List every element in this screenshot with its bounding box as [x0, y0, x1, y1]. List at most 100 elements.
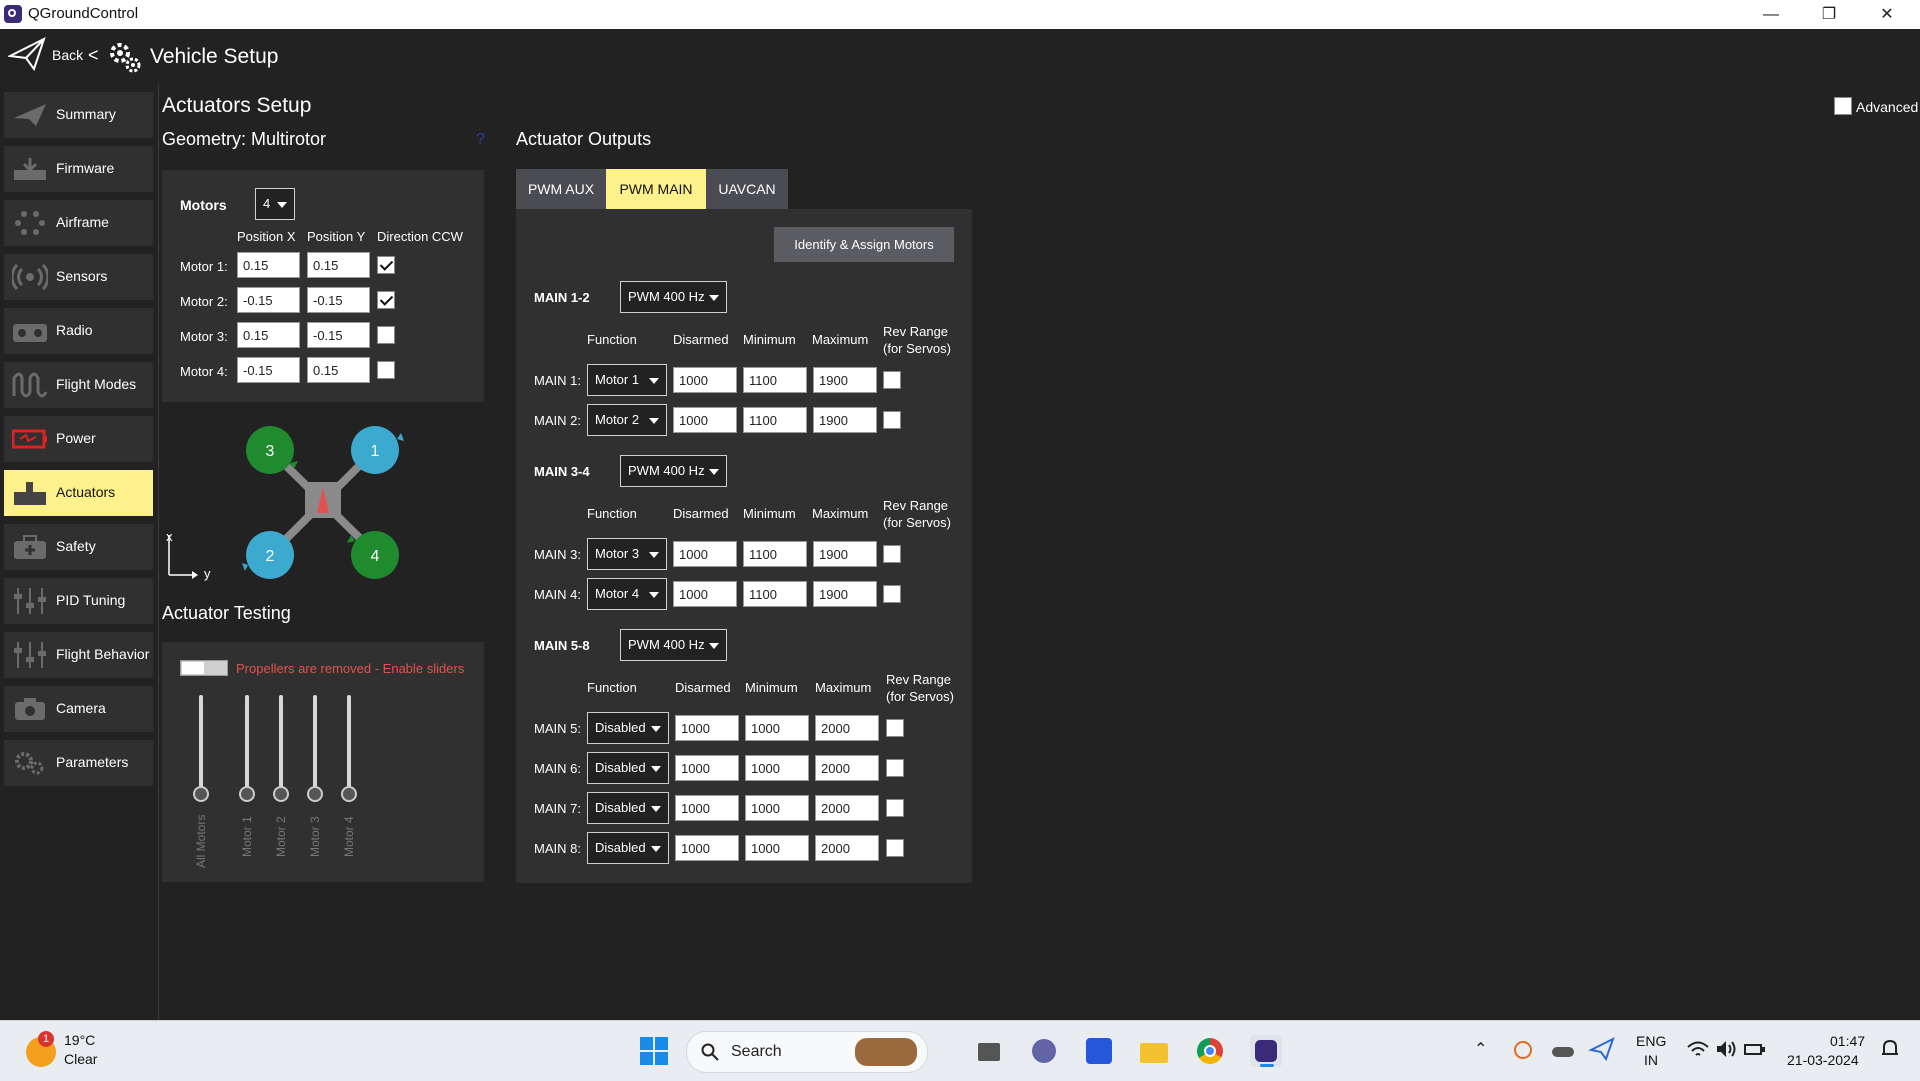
sidebar-item-power[interactable]: Power — [4, 416, 153, 462]
disarmed-input[interactable]: 1000 — [675, 755, 739, 781]
advanced-checkbox[interactable] — [1834, 97, 1852, 115]
pwm-rate-select[interactable]: PWM 400 Hz — [620, 281, 727, 313]
teams-chat-icon[interactable] — [1028, 1035, 1060, 1067]
maximum-input[interactable]: 2000 — [815, 795, 879, 821]
motor-4-position-y[interactable]: 0.15 — [307, 357, 370, 383]
weather-description[interactable]: Clear — [64, 1051, 97, 1067]
sidebar-item-parameters[interactable]: Parameters — [4, 740, 153, 786]
minimum-input[interactable]: 1100 — [743, 367, 807, 393]
restore-button[interactable]: ❐ — [1800, 0, 1858, 29]
clock-date[interactable]: 21-03-2024 — [1787, 1052, 1859, 1068]
language-region[interactable]: IN — [1644, 1052, 1658, 1068]
motor-3-slider[interactable] — [313, 695, 317, 795]
rev-range-checkbox[interactable] — [886, 839, 904, 857]
show-hidden-icons-chevron-icon[interactable]: ⌃ — [1474, 1039, 1487, 1059]
maximum-input[interactable]: 1900 — [813, 407, 877, 433]
minimum-input[interactable]: 1000 — [745, 795, 809, 821]
maximum-input[interactable]: 1900 — [813, 367, 877, 393]
sidebar-item-flight-modes[interactable]: Flight Modes — [4, 362, 153, 408]
minimum-input[interactable]: 1100 — [743, 541, 807, 567]
windows-start-icon[interactable] — [638, 1035, 670, 1067]
motor-4-direction-ccw-checkbox[interactable] — [377, 361, 395, 379]
motor-3-position-y[interactable]: -0.15 — [307, 322, 370, 348]
disarmed-input[interactable]: 1000 — [673, 407, 737, 433]
language-indicator[interactable]: ENG — [1636, 1033, 1666, 1049]
motor-2-position-x[interactable]: -0.15 — [237, 287, 300, 313]
function-select[interactable]: Disabled — [587, 712, 669, 744]
geometry-help-icon[interactable]: ? — [476, 131, 485, 149]
rev-range-checkbox[interactable] — [883, 585, 901, 603]
maximum-input[interactable]: 2000 — [815, 715, 879, 741]
motor-4-slider[interactable] — [347, 695, 351, 795]
battery-tray-icon[interactable] — [1740, 1035, 1772, 1067]
function-select[interactable]: Motor 4 — [587, 578, 667, 610]
notification-bell-icon[interactable] — [1876, 1035, 1908, 1067]
paper-plane-tray-icon[interactable] — [1587, 1035, 1620, 1067]
paper-plane-back-icon[interactable] — [8, 36, 46, 72]
rev-range-checkbox[interactable] — [886, 799, 904, 817]
disarmed-input[interactable]: 1000 — [675, 835, 739, 861]
motor-2-position-y[interactable]: -0.15 — [307, 287, 370, 313]
qgroundcontrol-taskbar-icon[interactable] — [1250, 1035, 1282, 1067]
motors-count-select[interactable]: 4 — [255, 188, 295, 220]
sidebar-item-flight-behavior[interactable]: Flight Behavior — [4, 632, 153, 678]
minimize-button[interactable]: — — [1742, 0, 1800, 29]
minimum-input[interactable]: 1000 — [745, 715, 809, 741]
minimum-input[interactable]: 1100 — [743, 581, 807, 607]
task-view-icon[interactable] — [974, 1035, 1006, 1067]
rev-range-checkbox[interactable] — [886, 719, 904, 737]
close-button[interactable]: ✕ — [1858, 0, 1916, 29]
tab-uavcan[interactable]: UAVCAN — [706, 169, 788, 209]
slider-handle[interactable] — [239, 786, 255, 802]
sidebar-item-summary[interactable]: Summary — [4, 92, 153, 138]
sidebar-item-safety[interactable]: Safety — [4, 524, 153, 570]
sidebar-item-camera[interactable]: Camera — [4, 686, 153, 732]
file-explorer-icon[interactable] — [1138, 1035, 1170, 1067]
motor-2-direction-ccw-checkbox[interactable] — [377, 291, 395, 309]
sidebar-item-airframe[interactable]: Airframe — [4, 200, 153, 246]
disarmed-input[interactable]: 1000 — [673, 541, 737, 567]
motor-1-position-y[interactable]: 0.15 — [307, 252, 370, 278]
app-icon[interactable] — [1083, 1035, 1115, 1067]
sidebar-item-sensors[interactable]: Sensors — [4, 254, 153, 300]
disarmed-input[interactable]: 1000 — [675, 795, 739, 821]
minimum-input[interactable]: 1100 — [743, 407, 807, 433]
rev-range-checkbox[interactable] — [886, 759, 904, 777]
motor-1-direction-ccw-checkbox[interactable] — [377, 256, 395, 274]
maximum-input[interactable]: 1900 — [813, 581, 877, 607]
function-select[interactable]: Disabled — [587, 792, 669, 824]
sidebar-item-actuators[interactable]: Actuators — [4, 470, 153, 516]
minimum-input[interactable]: 1000 — [745, 835, 809, 861]
disarmed-input[interactable]: 1000 — [675, 715, 739, 741]
chrome-icon[interactable] — [1194, 1035, 1226, 1067]
rev-range-checkbox[interactable] — [883, 411, 901, 429]
enable-sliders-toggle[interactable] — [180, 660, 228, 676]
motor-2-slider[interactable] — [279, 695, 283, 795]
back-button[interactable]: Back — [52, 47, 83, 63]
motor-1-slider[interactable] — [245, 695, 249, 795]
motor-3-position-x[interactable]: 0.15 — [237, 322, 300, 348]
sidebar-item-pid-tuning[interactable]: PID Tuning — [4, 578, 153, 624]
tab-pwm-aux[interactable]: PWM AUX — [516, 169, 606, 209]
pwm-rate-select[interactable]: PWM 400 Hz — [620, 455, 727, 487]
pwm-rate-select[interactable]: PWM 400 Hz — [620, 629, 727, 661]
disarmed-input[interactable]: 1000 — [673, 581, 737, 607]
function-select[interactable]: Motor 3 — [587, 538, 667, 570]
function-select[interactable]: Disabled — [587, 752, 669, 784]
sidebar-item-firmware[interactable]: Firmware — [4, 146, 153, 192]
clock-time[interactable]: 01:47 — [1830, 1033, 1865, 1049]
sync-icon[interactable] — [1508, 1035, 1540, 1067]
motor-4-position-x[interactable]: -0.15 — [237, 357, 300, 383]
maximum-input[interactable]: 2000 — [815, 755, 879, 781]
sidebar-item-radio[interactable]: Radio — [4, 308, 153, 354]
maximum-input[interactable]: 2000 — [815, 835, 879, 861]
weather-temperature[interactable]: 19°C — [64, 1032, 95, 1048]
rev-range-checkbox[interactable] — [883, 545, 901, 563]
function-select[interactable]: Motor 2 — [587, 404, 667, 436]
function-select[interactable]: Motor 1 — [587, 364, 667, 396]
slider-handle[interactable] — [273, 786, 289, 802]
identify-assign-motors-button[interactable]: Identify & Assign Motors — [774, 227, 954, 262]
slider-handle[interactable] — [307, 786, 323, 802]
all-motors-slider[interactable] — [199, 695, 203, 795]
slider-handle[interactable] — [193, 786, 209, 802]
